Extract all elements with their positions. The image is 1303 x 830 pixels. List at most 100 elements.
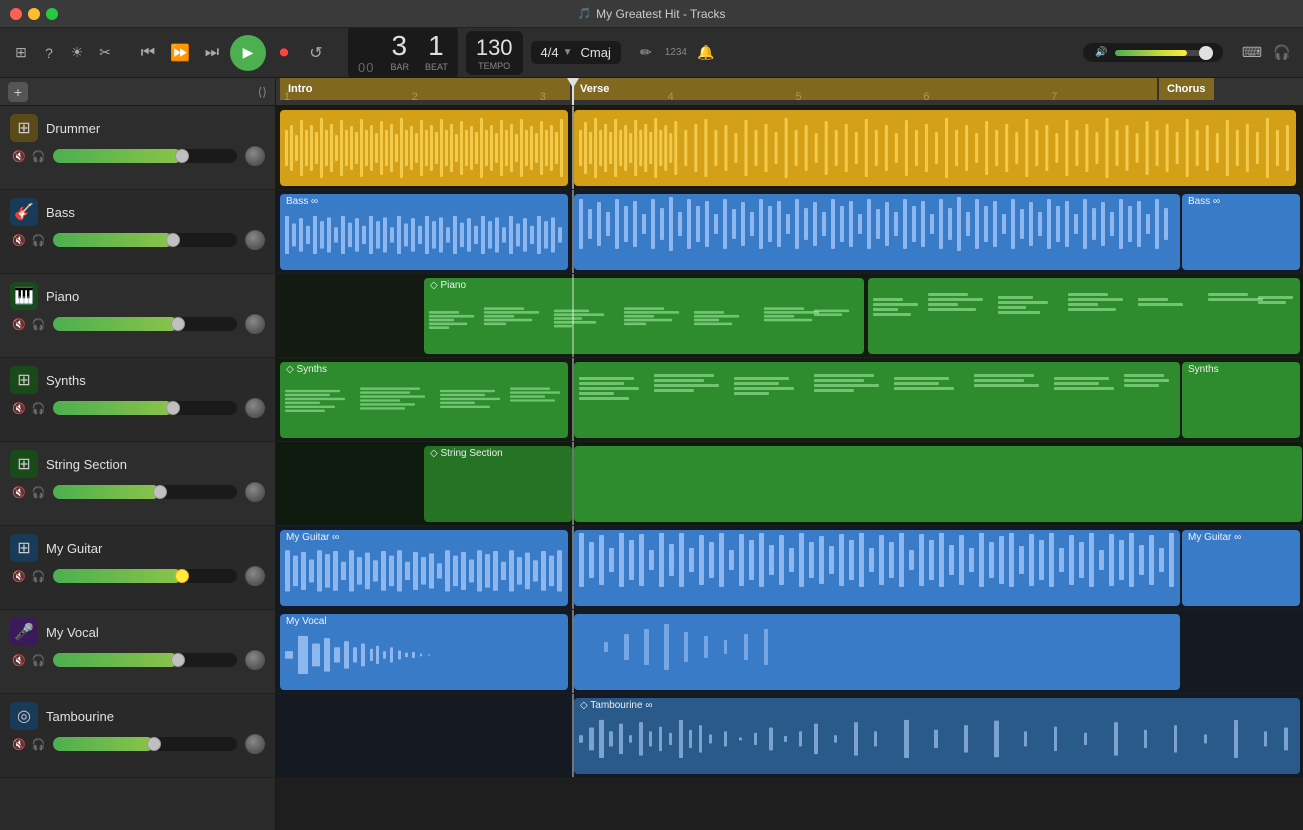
clip-vocal-2[interactable] xyxy=(574,614,1180,690)
maximize-button[interactable] xyxy=(46,8,58,20)
solo-button-synths[interactable]: 🎧 xyxy=(32,402,46,415)
help-icon[interactable]: ? xyxy=(38,42,60,64)
volume-slider-vocal[interactable] xyxy=(53,653,237,667)
minimize-button[interactable] xyxy=(28,8,40,20)
record-button[interactable]: ⏺ xyxy=(270,39,298,67)
solo-button-bass[interactable]: 🎧 xyxy=(32,234,46,247)
headphones-icon[interactable]: 🎧 xyxy=(1271,42,1293,64)
solo-button-vocal[interactable]: 🎧 xyxy=(32,654,46,667)
volume-knob[interactable] xyxy=(1199,46,1213,60)
solo-button-drummer[interactable]: 🎧 xyxy=(32,150,46,163)
volume-knob-drummer[interactable] xyxy=(175,149,189,163)
track-icon-drummer: ⊞ xyxy=(10,114,38,142)
clip-guitar-1[interactable]: My Guitar ∞ xyxy=(280,530,568,606)
clip-bass-3[interactable]: Bass ∞ xyxy=(1182,194,1300,270)
scissors-icon[interactable]: ✂ xyxy=(94,42,116,64)
playhead-line-synths xyxy=(572,358,574,441)
time-sig-display[interactable]: 4/4 ▼ Cmaj xyxy=(531,41,621,64)
clip-guitar-2[interactable] xyxy=(574,530,1180,606)
mute-button-piano[interactable]: 🔇 xyxy=(12,318,26,331)
pan-knob-bass[interactable] xyxy=(245,230,265,250)
volume-slider-strings[interactable] xyxy=(53,485,237,499)
solo-button-tambourine[interactable]: 🎧 xyxy=(32,738,46,751)
metronome-icon[interactable]: 🔔 xyxy=(695,42,717,64)
count-in-label[interactable]: 1234 xyxy=(665,42,687,64)
master-volume[interactable]: 🔊 xyxy=(1083,43,1223,62)
volume-slider-synths[interactable] xyxy=(53,401,237,415)
track-header-guitar: ⊞ My Guitar 🔇 🎧 xyxy=(0,526,275,610)
volume-knob-bass[interactable] xyxy=(166,233,180,247)
track-name-tambourine: Tambourine xyxy=(46,709,114,724)
pan-knob-strings[interactable] xyxy=(245,482,265,502)
volume-slider-piano[interactable] xyxy=(53,317,237,331)
mute-button-tambourine[interactable]: 🔇 xyxy=(12,738,26,751)
clip-tambourine-1[interactable]: ◇ Tambourine ∞ xyxy=(574,698,1300,774)
library-icon[interactable]: ⊞ xyxy=(10,42,32,64)
goto-start-button[interactable]: ⏭ xyxy=(198,39,226,67)
mute-button-synths[interactable]: 🔇 xyxy=(12,402,26,415)
mute-button-strings[interactable]: 🔇 xyxy=(12,486,26,499)
clip-label-synths-3: Synths xyxy=(1188,364,1219,375)
volume-knob-tambourine[interactable] xyxy=(147,737,161,751)
clip-piano-2[interactable] xyxy=(868,278,1300,354)
clip-synths-2[interactable] xyxy=(574,362,1180,438)
tracks-container[interactable]: Bass ∞ xyxy=(276,106,1303,830)
sidebar-collapse-button[interactable]: ⟨⟩ xyxy=(258,85,267,99)
clip-bass-1[interactable]: Bass ∞ xyxy=(280,194,568,270)
pan-knob-synths[interactable] xyxy=(245,398,265,418)
pan-knob-tambourine[interactable] xyxy=(245,734,265,754)
add-track-button[interactable]: + xyxy=(8,82,28,102)
chorus-section: Chorus xyxy=(1159,78,1214,100)
playhead-line-piano xyxy=(572,274,574,357)
cycle-button[interactable]: ↺ xyxy=(302,39,330,67)
playhead[interactable] xyxy=(572,78,574,105)
mute-button-bass[interactable]: 🔇 xyxy=(12,234,26,247)
clip-strings-1[interactable]: ◇ String Section xyxy=(424,446,572,522)
beat-bar-value: 3 xyxy=(391,30,408,62)
volume-bar[interactable] xyxy=(1115,50,1211,56)
volume-knob-guitar[interactable] xyxy=(175,569,189,583)
clip-drummer-1[interactable] xyxy=(280,110,568,186)
clip-synths-1[interactable]: ◇ Synths xyxy=(280,362,568,438)
mute-button-drummer[interactable]: 🔇 xyxy=(12,150,26,163)
pan-knob-drummer[interactable] xyxy=(245,146,265,166)
pan-knob-vocal[interactable] xyxy=(245,650,265,670)
mute-button-guitar[interactable]: 🔇 xyxy=(12,570,26,583)
volume-knob-synths[interactable] xyxy=(166,401,180,415)
clip-piano-1[interactable]: ◇ Piano xyxy=(424,278,864,354)
clip-strings-2[interactable] xyxy=(574,446,1302,522)
volume-knob-vocal[interactable] xyxy=(171,653,185,667)
pencil-icon[interactable]: ✏ xyxy=(635,42,657,64)
close-button[interactable] xyxy=(10,8,22,20)
solo-button-strings[interactable]: 🎧 xyxy=(32,486,46,499)
track-name-synths: Synths xyxy=(46,373,86,388)
main-area: + ⟨⟩ ⊞ Drummer 🔇 🎧 🎸 Bass xyxy=(0,78,1303,830)
solo-button-piano[interactable]: 🎧 xyxy=(32,318,46,331)
solo-button-guitar[interactable]: 🎧 xyxy=(32,570,46,583)
tempo-display[interactable]: 130 TEMPO xyxy=(466,31,523,75)
pan-knob-piano[interactable] xyxy=(245,314,265,334)
volume-knob-piano[interactable] xyxy=(171,317,185,331)
pan-knob-guitar[interactable] xyxy=(245,566,265,586)
volume-slider-drummer[interactable] xyxy=(53,149,237,163)
fast-forward-button[interactable]: ⏩ xyxy=(166,39,194,67)
clip-drummer-2[interactable] xyxy=(574,110,1296,186)
tempo-value: 130 xyxy=(476,35,513,61)
volume-slider-tambourine[interactable] xyxy=(53,737,237,751)
smart-controls-icon[interactable]: ☀ xyxy=(66,42,88,64)
waveform-bass-1 xyxy=(280,212,568,270)
volume-slider-bass[interactable] xyxy=(53,233,237,247)
track-name-row-bass: 🎸 Bass xyxy=(10,198,265,226)
volume-slider-guitar[interactable] xyxy=(53,569,237,583)
clip-vocal-1[interactable]: My Vocal xyxy=(280,614,568,690)
clip-bass-2[interactable] xyxy=(574,194,1180,270)
clip-guitar-3[interactable]: My Guitar ∞ xyxy=(1182,530,1300,606)
track-name-row-piano: 🎹 Piano xyxy=(10,282,265,310)
keyboard-icon[interactable]: ⌨ xyxy=(1241,42,1263,64)
clip-synths-3[interactable]: Synths xyxy=(1182,362,1300,438)
volume-knob-strings[interactable] xyxy=(153,485,167,499)
sidebar-header: + ⟨⟩ xyxy=(0,78,275,106)
play-button[interactable]: ▶ xyxy=(230,35,266,71)
rewind-button[interactable]: ⏮ xyxy=(134,39,162,67)
mute-button-vocal[interactable]: 🔇 xyxy=(12,654,26,667)
